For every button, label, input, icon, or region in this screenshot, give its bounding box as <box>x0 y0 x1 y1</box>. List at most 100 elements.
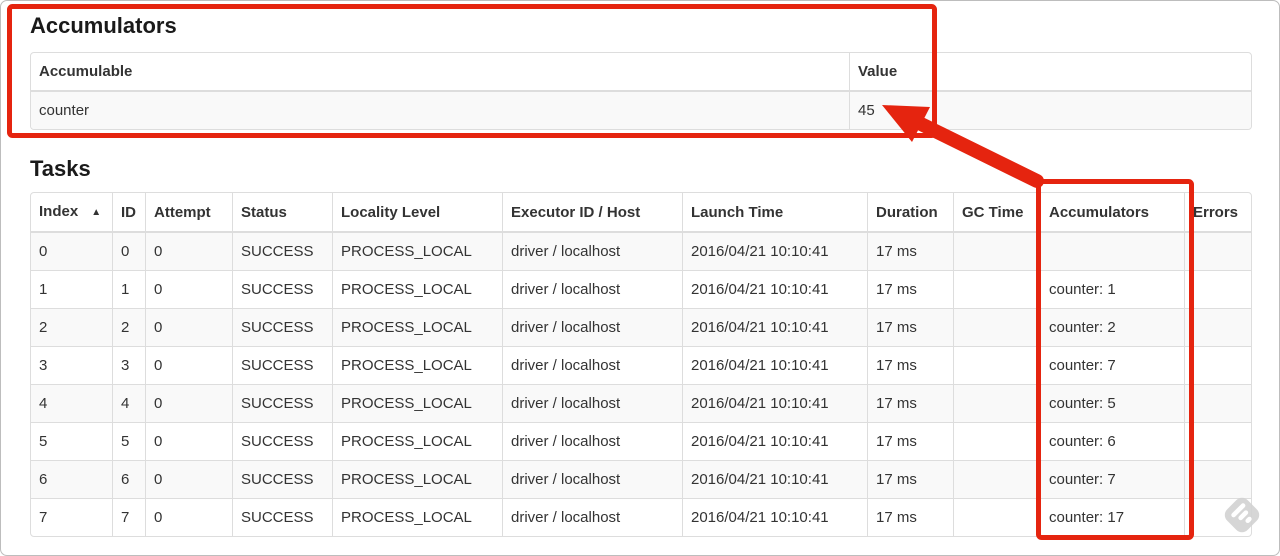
table-cell: 2016/04/21 10:10:41 <box>682 422 867 460</box>
table-cell: 2016/04/21 10:10:41 <box>682 232 867 270</box>
column-header-locality-level[interactable]: Locality Level <box>332 193 502 232</box>
table-cell: 17 ms <box>867 422 953 460</box>
table-cell: driver / localhost <box>502 422 682 460</box>
table-cell: 17 ms <box>867 308 953 346</box>
page-frame: Accumulators Accumulable Value counter 45 … <box>0 0 1280 556</box>
table-cell <box>1184 384 1251 422</box>
table-cell: driver / localhost <box>502 232 682 270</box>
table-cell: 17 ms <box>867 346 953 384</box>
table-cell <box>1184 308 1251 346</box>
table-cell <box>953 384 1040 422</box>
tasks-table-body: 0 0 0 SUCCESS PROCESS_LOCAL driver / localhos… <box>31 232 1251 536</box>
table-cell <box>1184 232 1251 270</box>
table-cell: counter <box>31 91 849 129</box>
table-cell: 17 ms <box>867 384 953 422</box>
tasks-section-title: Tasks <box>30 156 91 181</box>
table-cell: 2016/04/21 10:10:41 <box>682 270 867 308</box>
table-cell: counter: 2 <box>1040 308 1184 346</box>
table-row: 3 3 0 SUCCESS PROCESS_LOCAL driver / localhos… <box>31 346 1251 384</box>
table-cell: SUCCESS <box>232 460 332 498</box>
table-cell: SUCCESS <box>232 270 332 308</box>
column-header-launch-time[interactable]: Launch Time <box>682 193 867 232</box>
column-header-status[interactable]: Status <box>232 193 332 232</box>
tasks-table: Index ▲ ID Attempt Status Locality Level Execu… <box>30 192 1252 537</box>
table-cell <box>1184 460 1251 498</box>
table-cell: 2016/04/21 10:10:41 <box>682 460 867 498</box>
table-row: 5 5 0 SUCCESS PROCESS_LOCAL driver / localhos… <box>31 422 1251 460</box>
table-cell: 17 ms <box>867 270 953 308</box>
table-cell: PROCESS_LOCAL <box>332 460 502 498</box>
column-header-value[interactable]: Value <box>849 53 1251 91</box>
table-cell: 2 <box>31 308 112 346</box>
table-row: 0 0 0 SUCCESS PROCESS_LOCAL driver / localhos… <box>31 232 1251 270</box>
table-cell: SUCCESS <box>232 384 332 422</box>
table-cell: PROCESS_LOCAL <box>332 422 502 460</box>
table-cell: 0 <box>31 232 112 270</box>
table-cell: 2016/04/21 10:10:41 <box>682 498 867 536</box>
table-cell: driver / localhost <box>502 346 682 384</box>
table-row: 4 4 0 SUCCESS PROCESS_LOCAL driver / localhos… <box>31 384 1251 422</box>
table-cell: driver / localhost <box>502 460 682 498</box>
table-cell: 0 <box>145 346 232 384</box>
table-cell: 2 <box>112 308 145 346</box>
table-cell: 2016/04/21 10:10:41 <box>682 308 867 346</box>
sort-ascending-icon: ▲ <box>91 207 102 218</box>
table-cell: 1 <box>112 270 145 308</box>
table-cell: SUCCESS <box>232 422 332 460</box>
table-cell: counter: 6 <box>1040 422 1184 460</box>
table-row: 1 1 0 SUCCESS PROCESS_LOCAL driver / localhos… <box>31 270 1251 308</box>
table-cell: 1 <box>31 270 112 308</box>
table-cell: 7 <box>112 498 145 536</box>
column-header-gc-time[interactable]: GC Time <box>953 193 1040 232</box>
table-cell: PROCESS_LOCAL <box>332 384 502 422</box>
table-cell <box>953 308 1040 346</box>
table-cell: 7 <box>31 498 112 536</box>
table-cell: 0 <box>145 308 232 346</box>
table-cell <box>1040 232 1184 270</box>
table-cell <box>1184 270 1251 308</box>
table-cell: counter: 7 <box>1040 346 1184 384</box>
table-cell: 4 <box>112 384 145 422</box>
table-cell: SUCCESS <box>232 498 332 536</box>
table-cell: 45 <box>849 91 1251 129</box>
column-header-index[interactable]: Index ▲ <box>31 193 112 232</box>
table-cell: PROCESS_LOCAL <box>332 308 502 346</box>
table-cell <box>953 460 1040 498</box>
table-cell: PROCESS_LOCAL <box>332 346 502 384</box>
column-header-duration[interactable]: Duration <box>867 193 953 232</box>
table-cell <box>953 346 1040 384</box>
stage-detail-content: Accumulators Accumulable Value counter 45 … <box>1 1 1279 537</box>
table-cell: 0 <box>145 232 232 270</box>
table-cell: 3 <box>31 346 112 384</box>
table-cell: counter: 7 <box>1040 460 1184 498</box>
table-cell: counter: 1 <box>1040 270 1184 308</box>
column-header-id[interactable]: ID <box>112 193 145 232</box>
table-cell: 6 <box>112 460 145 498</box>
column-header-accumulable[interactable]: Accumulable <box>31 53 849 91</box>
table-row: 2 2 0 SUCCESS PROCESS_LOCAL driver / localhos… <box>31 308 1251 346</box>
table-cell: 17 ms <box>867 232 953 270</box>
table-cell: SUCCESS <box>232 308 332 346</box>
table-cell <box>1184 498 1251 536</box>
table-cell: 0 <box>145 498 232 536</box>
table-row: 7 7 0 SUCCESS PROCESS_LOCAL driver / localhos… <box>31 498 1251 536</box>
column-header-accumulators[interactable]: Accumulators <box>1040 193 1184 232</box>
table-cell: 2016/04/21 10:10:41 <box>682 346 867 384</box>
table-cell: driver / localhost <box>502 270 682 308</box>
accumulators-header-row: Accumulable Value <box>31 53 1251 91</box>
table-cell: PROCESS_LOCAL <box>332 498 502 536</box>
table-cell: PROCESS_LOCAL <box>332 270 502 308</box>
table-cell: SUCCESS <box>232 346 332 384</box>
table-row: 6 6 0 SUCCESS PROCESS_LOCAL driver / localhos… <box>31 460 1251 498</box>
column-header-attempt[interactable]: Attempt <box>145 193 232 232</box>
table-cell: driver / localhost <box>502 308 682 346</box>
column-header-errors[interactable]: Errors <box>1184 193 1251 232</box>
table-cell: 0 <box>145 384 232 422</box>
table-cell <box>953 232 1040 270</box>
table-cell: 5 <box>31 422 112 460</box>
accumulators-table-body: counter 45 <box>31 91 1251 129</box>
accumulators-table: Accumulable Value counter 45 <box>30 52 1252 130</box>
column-header-executor-id-host[interactable]: Executor ID / Host <box>502 193 682 232</box>
table-cell: PROCESS_LOCAL <box>332 232 502 270</box>
table-cell: 4 <box>31 384 112 422</box>
